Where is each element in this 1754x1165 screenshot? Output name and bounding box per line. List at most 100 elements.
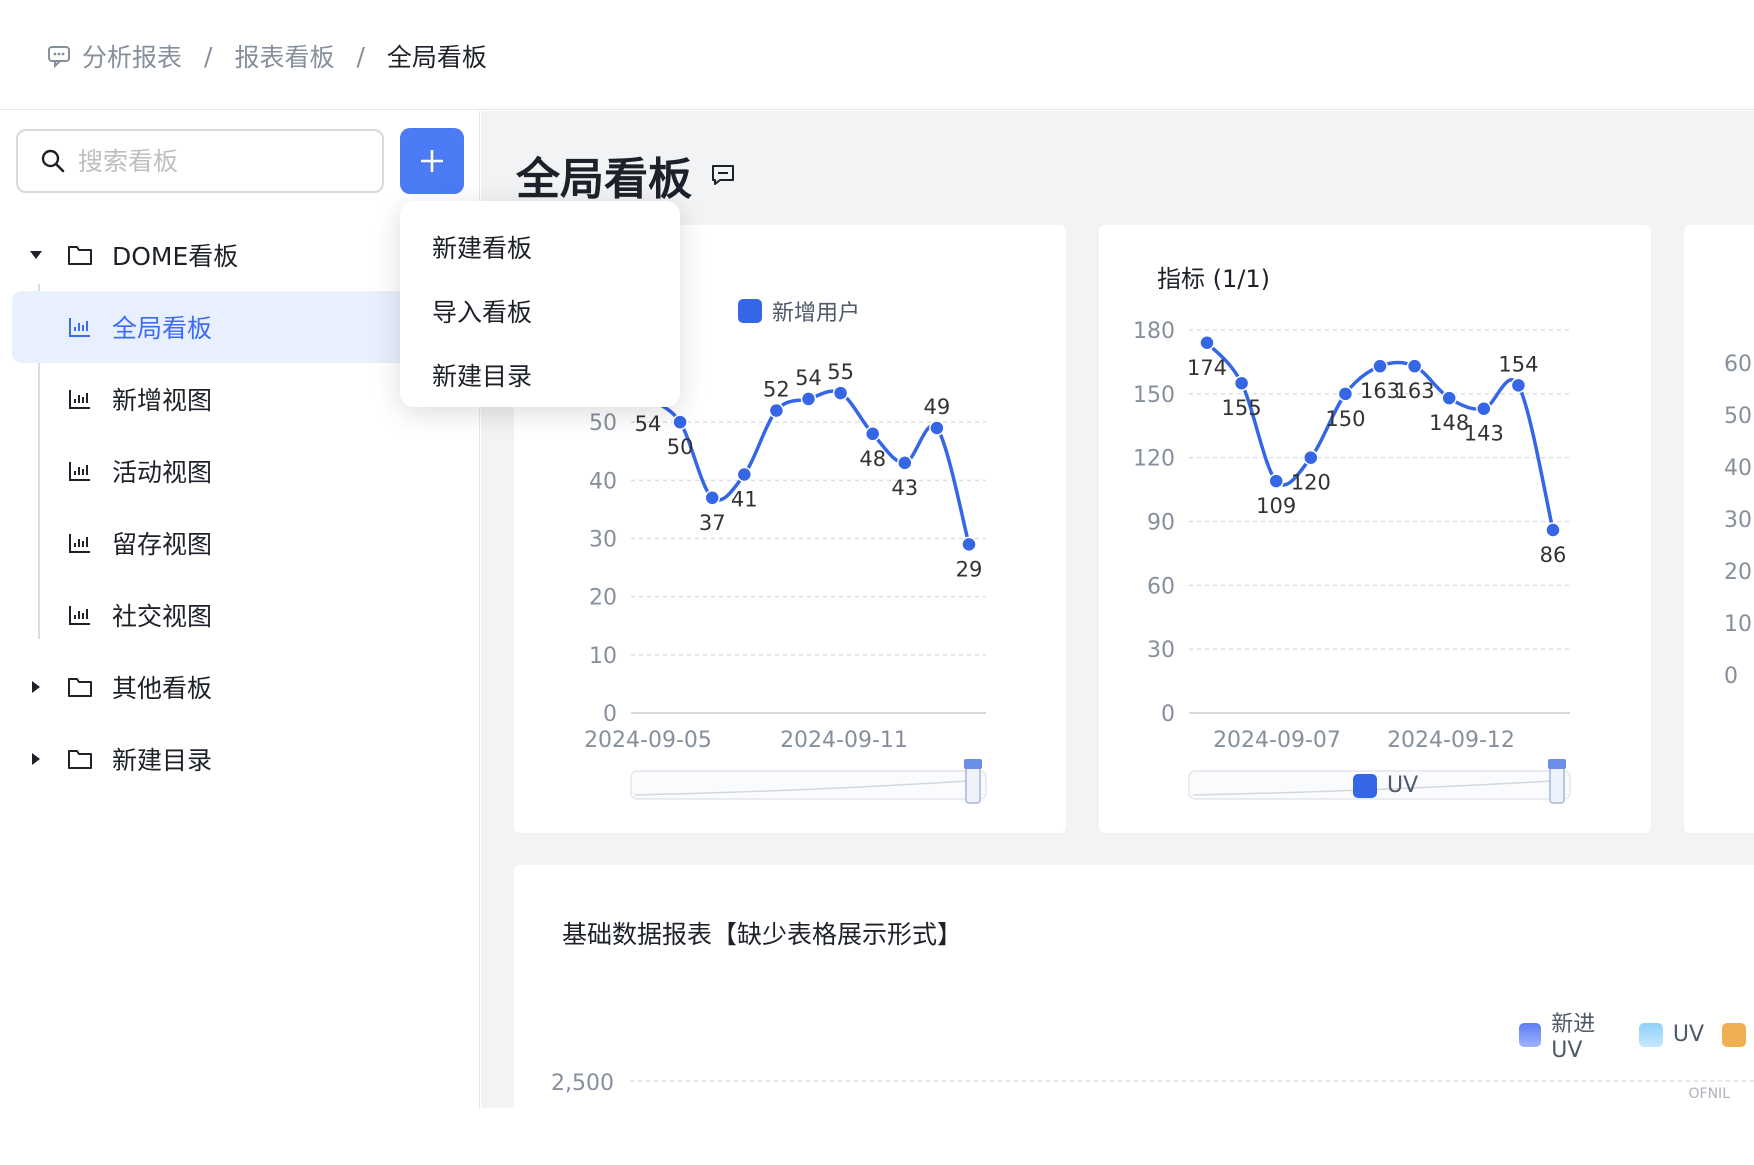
y-tick-label: 10: [1724, 612, 1752, 637]
tree-folder-other[interactable]: 其他看板: [0, 651, 480, 723]
x-tick-label: 2024-09-12: [1387, 728, 1515, 753]
y-tick-label: 50: [589, 411, 617, 436]
caret-right-icon: [32, 681, 40, 693]
chart-icon: [69, 534, 90, 553]
breadcrumb-item-boards[interactable]: 报表看板: [234, 38, 334, 74]
search-icon: [41, 149, 65, 173]
line-chart-uv: 0306090120150180174155109120150163163148…: [1133, 319, 1571, 804]
data-point: [1233, 375, 1250, 391]
y-tick-label: 0: [1161, 702, 1175, 727]
tree-folder-label: DOME看板: [112, 242, 239, 271]
data-point: [1372, 358, 1388, 374]
menu-item-new-folder[interactable]: 新建目录: [400, 343, 680, 407]
line-chart-partial: 60 50 40 30 20 10 0: [1724, 352, 1752, 689]
page-title-row: 全局看板: [516, 143, 736, 207]
x-tick-label: 2024-09-05: [584, 728, 712, 753]
data-label: 54: [795, 366, 822, 390]
data-point: [1303, 449, 1319, 466]
zoom-slider-handle-grip: [1548, 759, 1566, 769]
search-box: [16, 129, 384, 193]
data-label: 54: [635, 412, 662, 436]
tree-folder-label: 新建目录: [112, 746, 213, 775]
menu-item-import-board[interactable]: 导入看板: [400, 279, 680, 343]
bar-chart-basic-data: 2,500: [551, 1071, 1754, 1096]
data-label: 43: [891, 476, 918, 500]
tree-item-social-view[interactable]: 社交视图: [0, 579, 480, 651]
data-label: 120: [1291, 471, 1331, 495]
chart-icon: [69, 606, 90, 625]
menu-item-new-board[interactable]: 新建看板: [400, 215, 680, 279]
y-tick-label: 30: [1724, 508, 1752, 533]
data-point: [1406, 358, 1423, 374]
y-tick-label: 30: [1147, 638, 1175, 663]
data-point: [929, 420, 945, 436]
breadcrumb-item-analysis[interactable]: 分析报表: [82, 38, 182, 74]
plus-icon: [421, 150, 443, 172]
y-tick-label: 2,500: [551, 1071, 614, 1096]
data-point: [864, 426, 881, 442]
y-tick-label: 120: [1133, 447, 1175, 472]
tree-item-label: 全局看板: [112, 314, 213, 343]
data-label: 37: [699, 511, 726, 535]
data-point: [1268, 473, 1284, 489]
tree-folder-new[interactable]: 新建目录: [0, 723, 480, 795]
breadcrumb-separator: /: [356, 41, 365, 71]
data-point: [1510, 377, 1527, 394]
y-tick-label: 60: [1724, 352, 1752, 377]
search-input[interactable]: [78, 146, 358, 176]
zoom-slider-handle-grip: [964, 759, 982, 769]
data-label: 41: [731, 488, 758, 512]
x-tick-label: 2024-09-11: [780, 728, 908, 753]
zoom-slider-handle: [965, 764, 981, 804]
comment-icon[interactable]: [710, 162, 736, 188]
data-point: [672, 414, 688, 430]
chart-icon: [69, 462, 90, 481]
y-tick-label: 40: [589, 469, 617, 494]
legend-swatch: [1353, 773, 1377, 798]
zoom-slider-handle: [1549, 764, 1565, 804]
add-dropdown-menu: 新建看板 导入看板 新建目录: [400, 201, 680, 407]
data-point: [1545, 522, 1561, 538]
data-label: 174: [1187, 356, 1227, 380]
data-point: [897, 455, 913, 471]
report-icon: [48, 46, 70, 69]
y-tick-label: 180: [1133, 319, 1175, 344]
data-point: [704, 490, 720, 506]
caret-right-icon: [32, 753, 40, 765]
series-line: [646, 389, 971, 545]
data-label: 55: [827, 360, 854, 384]
data-label: 48: [859, 447, 886, 471]
data-point: [768, 402, 785, 419]
chart-card-uv: 指标 (1/1) 0 30 60 90 120 150 180 174 155 109 120 150…: [1099, 225, 1651, 833]
data-label: 155: [1222, 396, 1262, 420]
data-point: [1337, 386, 1354, 402]
y-tick-label: 150: [1133, 383, 1175, 408]
y-tick-label: 60: [1147, 574, 1175, 599]
chart-icon: [69, 390, 90, 409]
data-label: 49: [924, 395, 951, 419]
chart-legend: UV: [1353, 773, 1418, 798]
breadcrumb-item-current: 全局看板: [386, 43, 487, 72]
breadcrumb-separator: /: [204, 41, 213, 71]
add-button[interactable]: [400, 128, 464, 194]
data-point: [832, 385, 849, 401]
y-tick-label: 10: [589, 644, 617, 669]
folder-icon: [68, 246, 92, 265]
data-label: 109: [1256, 494, 1296, 518]
data-label: 52: [763, 378, 790, 402]
breadcrumb: 分析报表 / 报表看板 / 全局看板: [46, 38, 487, 74]
chart-icon: [69, 318, 90, 337]
tree-item-label: 活动视图: [112, 458, 213, 487]
data-label: 29: [956, 557, 983, 581]
watermark: OFNIL: [1688, 1086, 1730, 1102]
y-tick-label: 90: [1147, 511, 1175, 536]
zoom-slider-track: [630, 770, 987, 800]
data-label: 50: [667, 435, 694, 459]
data-point: [1199, 335, 1215, 351]
folder-icon: [68, 750, 92, 769]
top-bar: 分析报表 / 报表看板 / 全局看板: [0, 0, 1754, 110]
tree-item-activity-view[interactable]: 活动视图: [0, 435, 480, 507]
tree-item-retention-view[interactable]: 留存视图: [0, 507, 480, 579]
y-tick-label: 30: [589, 528, 617, 553]
y-tick-label: 40: [1724, 456, 1752, 481]
